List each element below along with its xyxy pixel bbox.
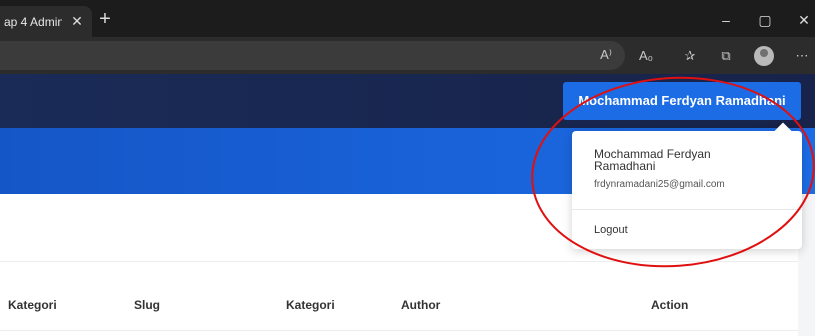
dropdown-user-email: frdynramadani25@gmail.com	[594, 179, 725, 190]
table-header-divider	[0, 330, 798, 331]
app-header: Mochammad Ferdyan Ramadhani	[0, 74, 815, 128]
minimize-icon[interactable]: –	[715, 10, 737, 30]
tab-close-icon[interactable]: ✕	[68, 12, 86, 30]
browser-tab[interactable]: ap 4 Admin ✕	[0, 6, 92, 37]
maximize-icon[interactable]: ▢	[754, 10, 776, 30]
browser-tab-strip: ap 4 Admin ✕ + – ▢ ✕	[0, 0, 815, 37]
browser-toolbar: A⁾ A₀ ✰ ⧉ ⋯	[0, 37, 815, 74]
column-header-author: Author	[401, 298, 441, 312]
column-header-kategori-2: Kategori	[286, 298, 335, 312]
new-tab-icon[interactable]: +	[95, 9, 115, 30]
user-menu-button[interactable]: Mochammad Ferdyan Ramadhani	[563, 82, 801, 120]
more-menu-icon[interactable]: ⋯	[792, 46, 812, 66]
immersive-reader-icon[interactable]: A₀	[636, 46, 656, 66]
address-bar[interactable]: A⁾	[0, 41, 625, 70]
favorites-icon[interactable]: ✰	[680, 46, 700, 66]
column-header-action: Action	[651, 298, 689, 312]
column-header-kategori: Kategori	[8, 298, 57, 312]
dropdown-divider	[572, 209, 802, 210]
dropdown-user-name: Mochammad Ferdyan Ramadhani	[594, 147, 711, 173]
card-divider	[0, 261, 798, 262]
read-aloud-icon[interactable]: A⁾	[596, 45, 616, 65]
user-dropdown-menu: Mochammad Ferdyan Ramadhani frdynramadan…	[572, 122, 802, 249]
logout-button[interactable]: Logout	[594, 224, 628, 236]
tab-title: ap 4 Admin	[4, 15, 62, 29]
profile-avatar[interactable]	[754, 46, 774, 66]
collections-icon[interactable]: ⧉	[716, 46, 736, 66]
column-header-slug: Slug	[134, 298, 160, 312]
close-window-icon[interactable]: ✕	[793, 10, 815, 30]
